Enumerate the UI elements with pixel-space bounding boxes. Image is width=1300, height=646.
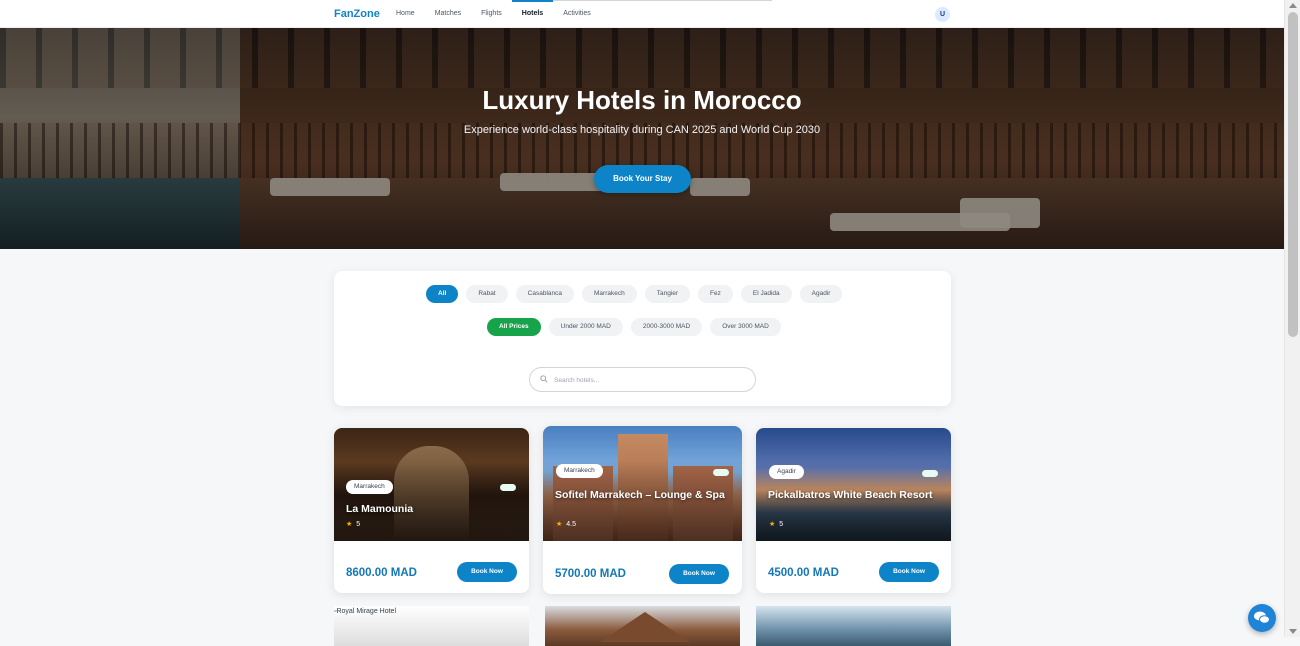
hotel-price: 4500.00 MAD bbox=[768, 567, 839, 579]
nav-links: Home Matches Flights Hotels Activities bbox=[396, 0, 601, 28]
broken-image-text: Royal Mirage Hotel bbox=[336, 608, 397, 615]
hero-banner: Luxury Hotels in Morocco Experience worl… bbox=[0, 28, 1284, 249]
city-filter-row: All Rabat Casablanca Marrakech Tangier F… bbox=[426, 285, 843, 303]
city-badge: Marrakech bbox=[556, 464, 603, 478]
city-chip-all[interactable]: All bbox=[426, 285, 459, 303]
scroll-up-icon[interactable] bbox=[1289, 3, 1297, 8]
nav-link-hotels[interactable]: Hotels bbox=[511, 0, 554, 28]
hotel-name: Pickalbatros White Beach Resort bbox=[768, 489, 933, 501]
city-chip-fez[interactable]: Fez bbox=[698, 285, 733, 303]
city-chip-rabat[interactable]: Rabat bbox=[466, 285, 508, 303]
user-avatar[interactable]: U bbox=[935, 7, 950, 22]
nav-link-matches[interactable]: Matches bbox=[425, 0, 471, 28]
hotel-rating: ★ 5 bbox=[769, 520, 783, 528]
hotel-rating: ★ 5 bbox=[346, 520, 360, 528]
rating-value: 4.5 bbox=[566, 521, 577, 528]
hotel-search bbox=[529, 367, 756, 392]
status-pill bbox=[713, 469, 729, 476]
chat-button[interactable] bbox=[1248, 604, 1276, 632]
city-chip-marrakech[interactable]: Marrakech bbox=[582, 285, 637, 303]
city-chip-el-jadida[interactable]: El Jadida bbox=[740, 285, 792, 303]
city-chip-agadir[interactable]: Agadir bbox=[799, 285, 843, 303]
page-scrollbar[interactable] bbox=[1284, 0, 1300, 637]
rating-value: 5 bbox=[356, 521, 361, 528]
broken-image-alt: ▫Royal Mirage Hotel bbox=[334, 608, 396, 615]
brand-logo[interactable]: FanZone bbox=[334, 8, 380, 20]
hotel-card: Marrakech Sofitel Marrakech – Lounge & S… bbox=[543, 426, 742, 594]
scroll-thumb[interactable] bbox=[1288, 12, 1298, 337]
hotel-name: Sofitel Marrakech – Lounge & Spa bbox=[555, 489, 725, 501]
price-chip-over-3000[interactable]: Over 3000 MAD bbox=[710, 318, 781, 336]
hotel-price: 8600.00 MAD bbox=[346, 567, 417, 579]
status-pill bbox=[500, 484, 516, 491]
hotel-name: La Mamounia bbox=[346, 503, 414, 515]
search-icon bbox=[540, 375, 548, 383]
book-now-button[interactable]: Book Now bbox=[457, 562, 517, 582]
hotel-card-partial bbox=[545, 606, 740, 646]
book-now-button[interactable]: Book Now bbox=[669, 564, 729, 584]
star-icon: ★ bbox=[346, 521, 353, 528]
chat-icon bbox=[1254, 611, 1270, 624]
hero-title: Luxury Hotels in Morocco bbox=[482, 85, 802, 115]
price-chip-all[interactable]: All Prices bbox=[487, 318, 541, 336]
nav-link-flights[interactable]: Flights bbox=[471, 0, 512, 28]
hero-subtitle: Experience world-class hospitality durin… bbox=[463, 124, 821, 136]
hotel-rating: ★ 4.5 bbox=[556, 520, 576, 528]
nav-link-activities[interactable]: Activities bbox=[553, 0, 601, 28]
hotel-price: 5700.00 MAD bbox=[555, 568, 626, 580]
city-badge: Marrakech bbox=[346, 480, 393, 494]
hero-overlay bbox=[0, 28, 1284, 249]
scroll-down-icon[interactable] bbox=[1289, 629, 1297, 634]
book-your-stay-button[interactable]: Book Your Stay bbox=[594, 165, 691, 193]
filter-panel: All Rabat Casablanca Marrakech Tangier F… bbox=[334, 271, 951, 406]
price-chip-2000-3000[interactable]: 2000-3000 MAD bbox=[630, 318, 703, 336]
rating-value: 5 bbox=[779, 521, 784, 528]
city-chip-tangier[interactable]: Tangier bbox=[644, 285, 691, 303]
price-chip-under-2000[interactable]: Under 2000 MAD bbox=[548, 318, 623, 336]
city-badge: Agadir bbox=[769, 465, 804, 479]
hotel-card: Marrakech La Mamounia ★ 5 8600.00 MAD Boo… bbox=[334, 428, 529, 593]
hotel-card-partial bbox=[756, 606, 951, 646]
status-pill bbox=[922, 470, 938, 477]
hotel-card: Agadir Pickalbatros White Beach Resort ★… bbox=[756, 428, 951, 593]
book-now-button[interactable]: Book Now bbox=[879, 562, 939, 582]
top-navbar: FanZone Home Matches Flights Hotels Acti… bbox=[0, 0, 1284, 28]
star-icon: ★ bbox=[556, 521, 563, 528]
nav-link-home[interactable]: Home bbox=[396, 0, 425, 28]
hotel-image[interactable] bbox=[756, 428, 951, 541]
star-icon: ★ bbox=[769, 521, 776, 528]
price-filter-row: All Prices Under 2000 MAD 2000-3000 MAD … bbox=[487, 318, 781, 336]
city-chip-casablanca[interactable]: Casablanca bbox=[515, 285, 574, 303]
search-input[interactable] bbox=[554, 373, 744, 387]
